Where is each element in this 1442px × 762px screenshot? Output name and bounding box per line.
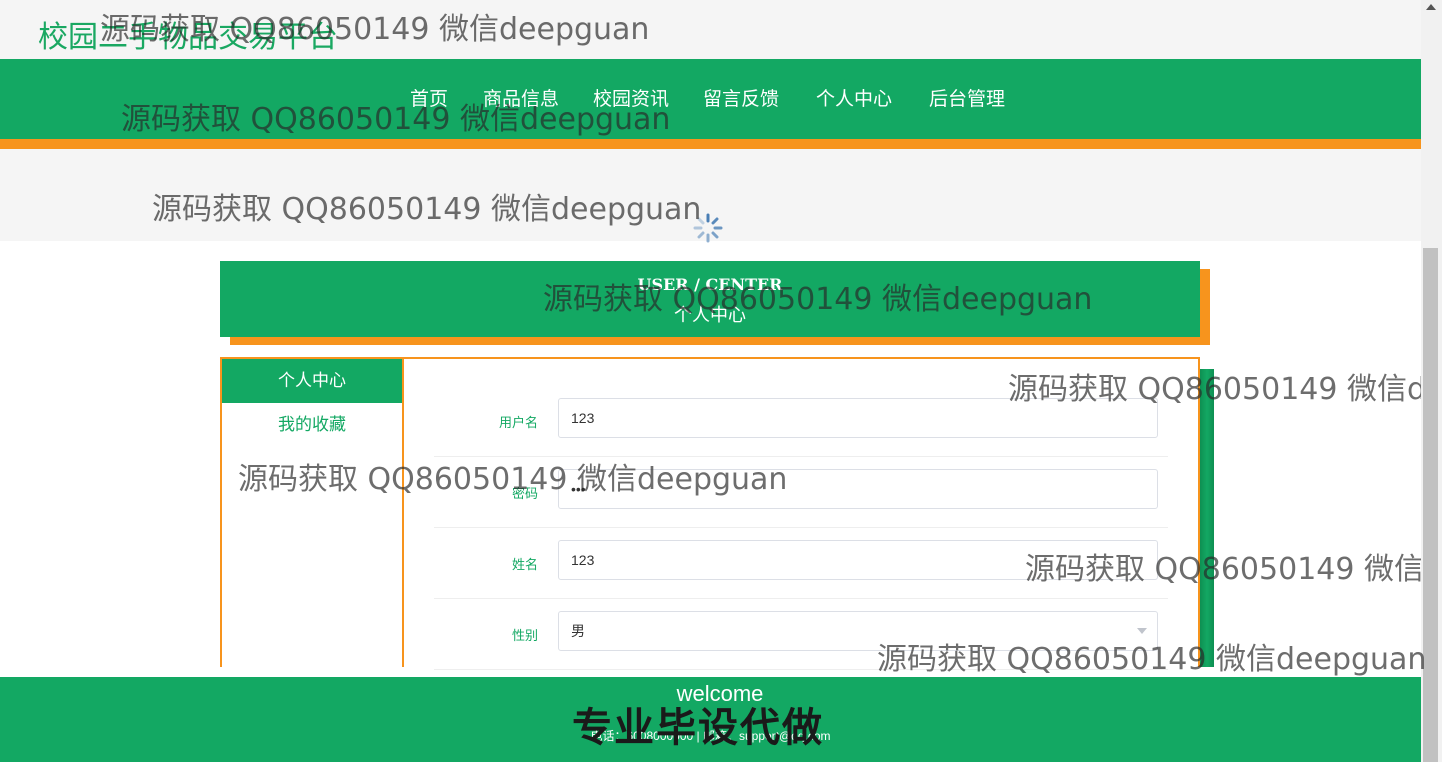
gender-label: 性别 bbox=[511, 629, 538, 644]
sidebar-item-user-center[interactable]: 个人中心 bbox=[222, 359, 402, 403]
user-center-banner: USER / CENTER 个人中心 bbox=[220, 261, 1200, 337]
sidebar-item-favorites[interactable]: 我的收藏 bbox=[222, 403, 402, 447]
password-label: 密码 bbox=[511, 487, 538, 502]
form-row-gender: 性别 男 bbox=[434, 599, 1168, 670]
nav-item-home[interactable]: 首页 bbox=[410, 84, 448, 111]
scroll-up-arrow-icon[interactable] bbox=[1426, 4, 1436, 10]
gender-select-value: 男 bbox=[571, 623, 585, 639]
nav-item-news[interactable]: 校园资讯 bbox=[593, 84, 669, 111]
form-row-name: 姓名 123 bbox=[434, 528, 1168, 599]
nav-item-feedback[interactable]: 留言反馈 bbox=[703, 84, 779, 111]
name-input[interactable]: 123 bbox=[558, 540, 1158, 580]
gender-select[interactable]: 男 bbox=[558, 611, 1158, 651]
chevron-down-icon bbox=[1137, 628, 1147, 634]
nav-item-admin[interactable]: 后台管理 bbox=[929, 84, 1005, 111]
nav-item-products[interactable]: 商品信息 bbox=[483, 84, 559, 111]
name-label: 姓名 bbox=[511, 558, 538, 573]
site-header: 校园二手物品交易平台 bbox=[0, 0, 1421, 59]
form-row-password: 密码 ••• bbox=[434, 457, 1168, 528]
loading-spinner-icon bbox=[693, 213, 723, 243]
banner-chinese-title: 个人中心 bbox=[674, 305, 746, 326]
site-title[interactable]: 校园二手物品交易平台 bbox=[38, 12, 338, 56]
nav-accent-stripe bbox=[0, 139, 1421, 149]
username-label: 用户名 bbox=[498, 416, 538, 431]
panel-side-bar bbox=[1200, 369, 1214, 667]
banner-english-title: USER / CENTER bbox=[637, 275, 783, 294]
scrollbar-thumb[interactable] bbox=[1423, 248, 1438, 762]
password-input[interactable]: ••• bbox=[558, 469, 1158, 509]
page-footer: welcome 电话：6008000000 | 邮箱：support@qq.co… bbox=[0, 677, 1421, 762]
username-input[interactable]: 123 bbox=[558, 398, 1158, 438]
page-scrollbar[interactable] bbox=[1421, 0, 1442, 762]
user-sidebar: 个人中心 我的收藏 bbox=[220, 357, 404, 667]
nav-item-user-center[interactable]: 个人中心 bbox=[816, 84, 892, 111]
form-row-username: 用户名 123 bbox=[434, 386, 1168, 457]
promo-overlay-text: 专业毕设代做 bbox=[572, 705, 824, 751]
